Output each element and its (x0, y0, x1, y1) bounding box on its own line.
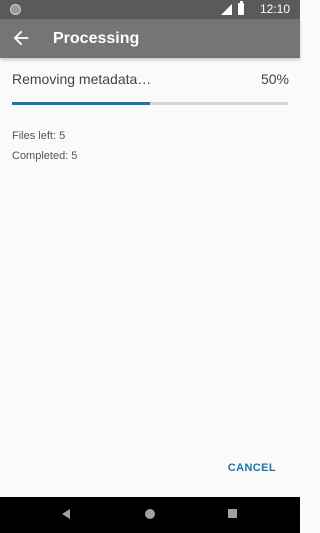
arrow-back-icon[interactable] (10, 27, 32, 49)
navigation-bar (0, 497, 300, 533)
nav-home-icon[interactable] (145, 509, 155, 519)
page-title: Processing (53, 30, 140, 47)
progress-percent: 50% (260, 71, 289, 87)
task-label: Removing metadata… (12, 71, 152, 87)
completed-text: Completed: 5 (12, 150, 78, 162)
nav-back-icon[interactable] (62, 509, 70, 519)
progress-bar (12, 102, 288, 105)
toolbar: Processing (0, 19, 300, 58)
cell-signal-icon (221, 4, 232, 15)
status-time: 12:10 (259, 2, 290, 16)
cancel-button[interactable]: CANCEL (228, 461, 276, 475)
status-bar: 12:10 (0, 0, 300, 19)
processing-screen: 12:10 Processing Removing metadata… 50% … (0, 0, 300, 533)
notification-dot-icon (10, 4, 21, 15)
progress-fill (12, 102, 150, 105)
nav-recent-apps-icon[interactable] (228, 509, 237, 518)
files-left-text: Files left: 5 (12, 130, 66, 142)
battery-icon (238, 1, 244, 15)
